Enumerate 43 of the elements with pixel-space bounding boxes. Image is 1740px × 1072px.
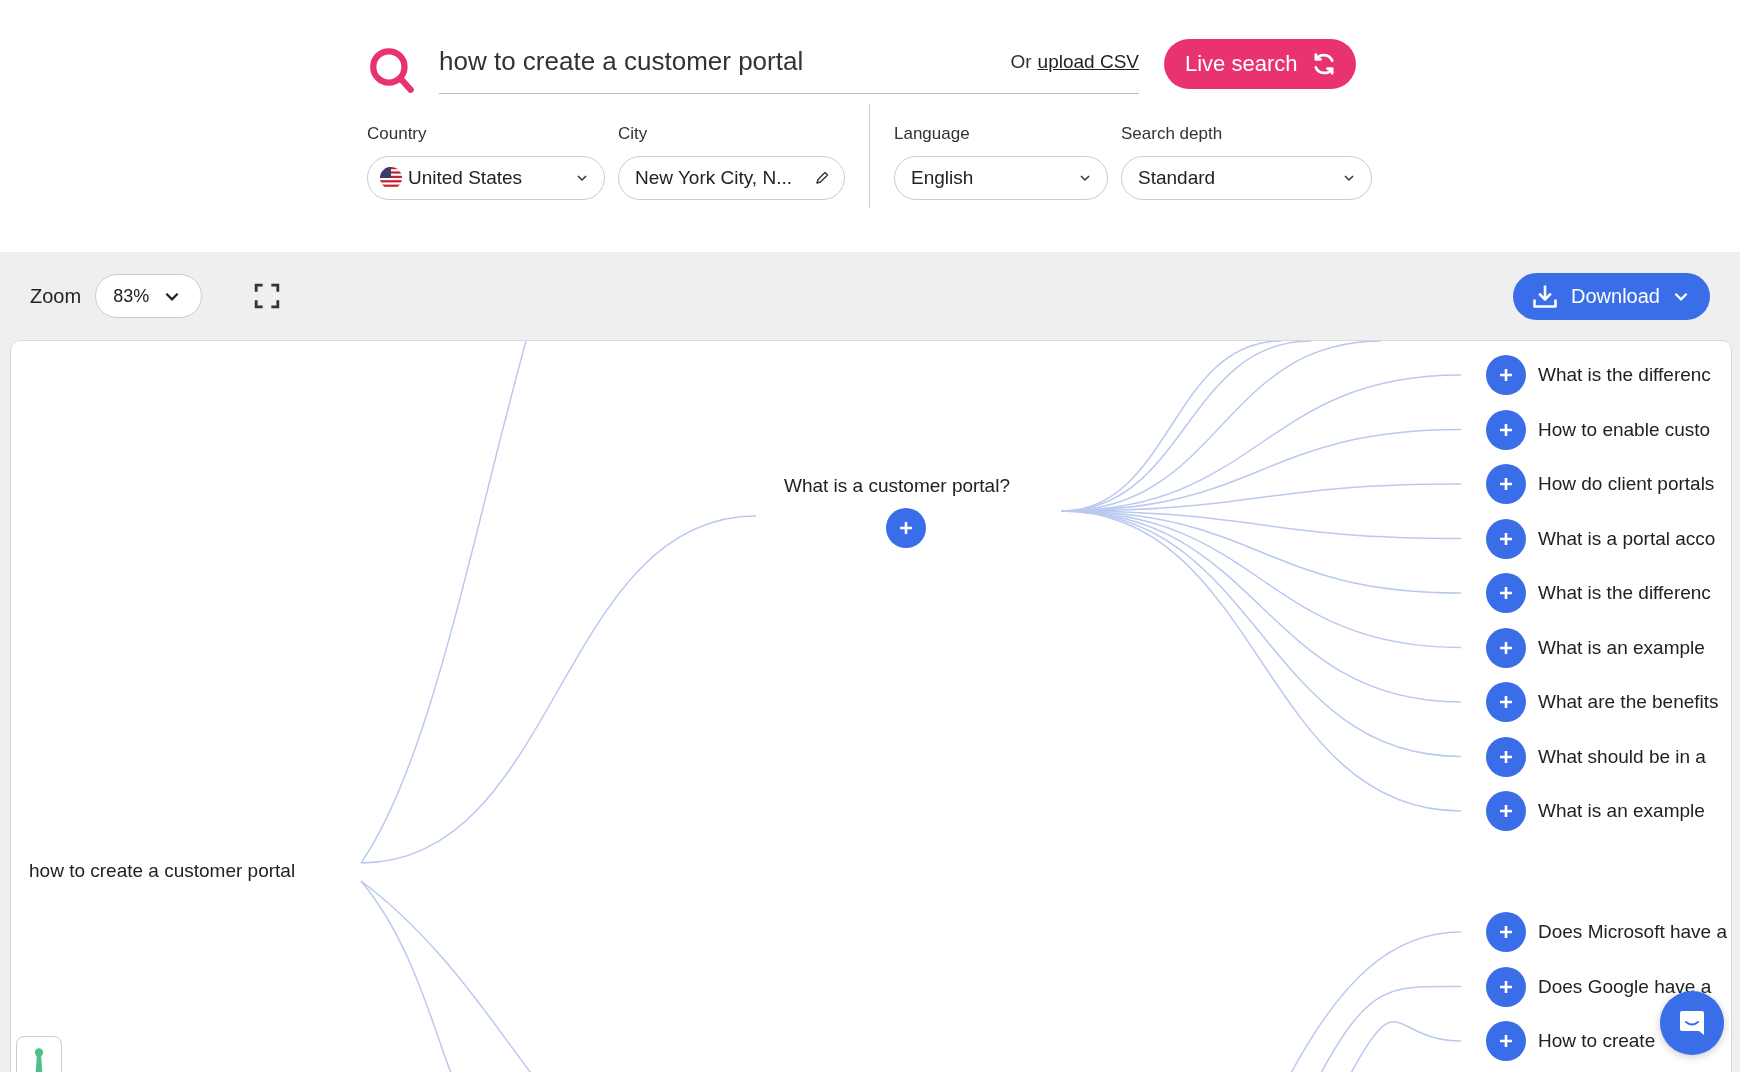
- branch-node[interactable]: What is a customer portal?: [784, 475, 1010, 497]
- question-node[interactable]: What are the benefits: [1538, 691, 1719, 713]
- flag-icon: [380, 167, 402, 189]
- question-node[interactable]: What should be in a: [1538, 745, 1706, 768]
- expand-button[interactable]: [1486, 355, 1526, 395]
- search-icon: [367, 45, 417, 95]
- root-node[interactable]: how to create a customer portal: [29, 860, 296, 882]
- pencil-icon: [814, 170, 830, 186]
- expand-button[interactable]: [1486, 464, 1526, 504]
- question-node[interactable]: What is the differenc: [1538, 364, 1711, 386]
- expand-button[interactable]: [1486, 627, 1526, 668]
- expand-button[interactable]: [1486, 736, 1526, 777]
- zoom-dropdown[interactable]: 83%: [95, 274, 203, 318]
- question-node[interactable]: What is an example: [1538, 800, 1705, 822]
- expand-button[interactable]: [1486, 791, 1526, 831]
- or-label: Or: [1010, 50, 1032, 73]
- question-node[interactable]: How to enable custo: [1538, 418, 1711, 441]
- question-node[interactable]: Does Google have a: [1538, 975, 1712, 998]
- expand-button[interactable]: [1486, 682, 1526, 722]
- question-node[interactable]: How do client portals: [1538, 473, 1715, 495]
- question-node[interactable]: What is a portal acco: [1538, 527, 1716, 550]
- search-field[interactable]: how to create a customer portal Or upload CSV: [439, 38, 1139, 94]
- expand-button[interactable]: [1486, 912, 1526, 952]
- fullscreen-icon[interactable]: [254, 283, 281, 309]
- field-label: Search depth: [1121, 124, 1224, 144]
- expand-button[interactable]: [1486, 1021, 1526, 1061]
- question-node[interactable]: What is an example: [1538, 636, 1705, 659]
- question-node[interactable]: How to create: [1538, 1030, 1656, 1052]
- question-node[interactable]: Does Microsoft have a: [1538, 921, 1728, 943]
- expand-button[interactable]: [1486, 409, 1526, 450]
- upload-csv-link[interactable]: upload CSV: [1037, 50, 1139, 73]
- field-label: Country: [367, 124, 428, 144]
- field-label: City: [618, 124, 649, 144]
- expand-button[interactable]: [1486, 573, 1526, 613]
- keyhole-icon: [34, 1047, 44, 1072]
- expand-button[interactable]: [1486, 518, 1526, 559]
- field-label: Language: [894, 124, 971, 144]
- zoom-label: Zoom: [30, 284, 82, 308]
- expand-button[interactable]: [1486, 966, 1526, 1007]
- question-node[interactable]: What is the differenc: [1538, 582, 1711, 604]
- expand-button[interactable]: [886, 508, 926, 548]
- live-search-button[interactable]: Live search: [1164, 39, 1356, 89]
- download-button[interactable]: Download: [1513, 272, 1710, 320]
